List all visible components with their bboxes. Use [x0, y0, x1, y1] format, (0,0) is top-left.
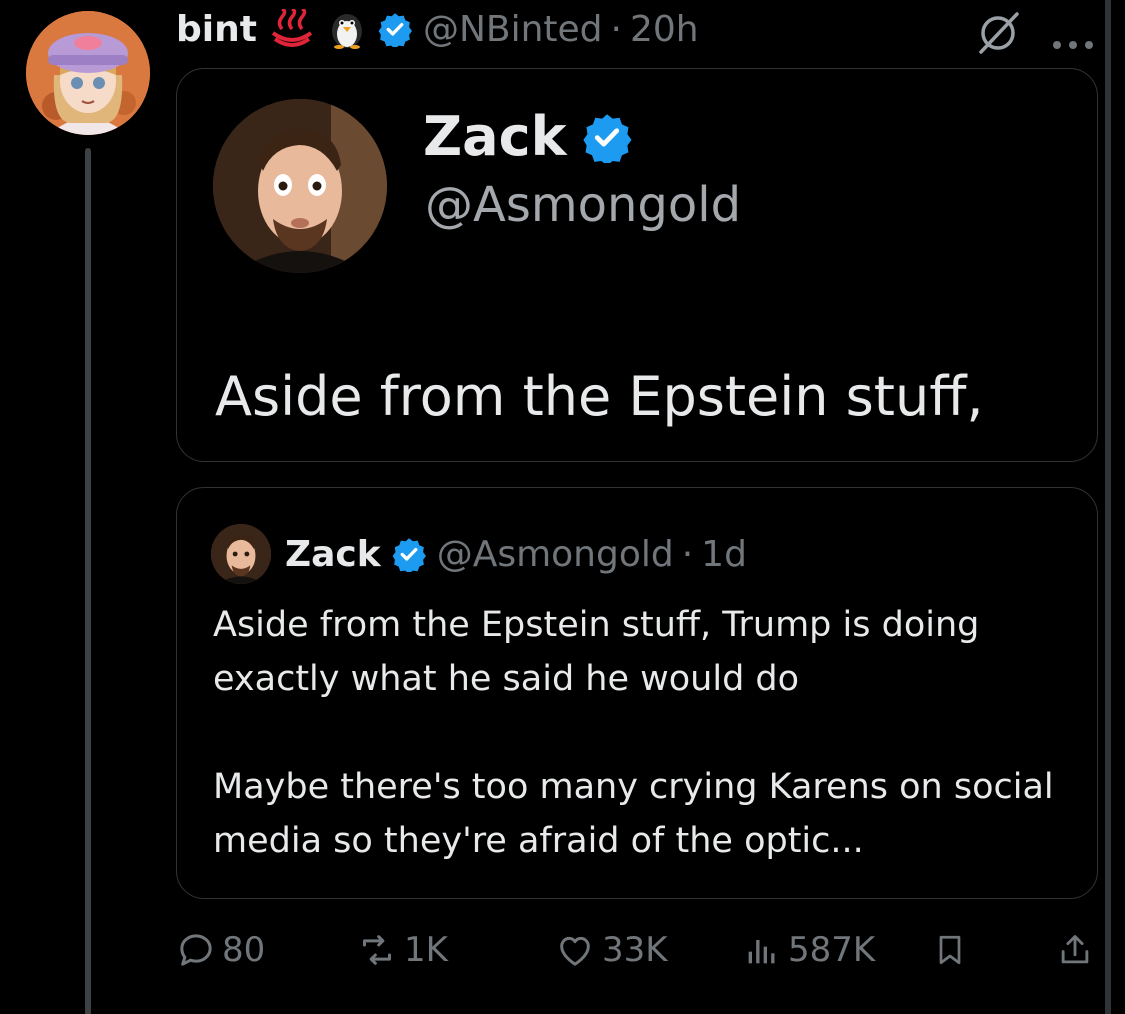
thread-line — [85, 148, 91, 1014]
bookmark-icon — [939, 935, 961, 965]
quoted-tweet-text: Aside from the Epstein stuff, Trump is d… — [213, 598, 1073, 868]
media-card-name: Zack — [423, 105, 633, 168]
tweet-timestamp[interactable]: 20h — [630, 9, 699, 50]
separator-dot: · — [681, 533, 694, 575]
quoted-author-name[interactable]: Zack — [285, 534, 381, 575]
quoted-tweet[interactable]: Zack @Asmongold · 1d Aside from the Epst… — [176, 487, 1098, 899]
action-bar: 80 1K 33K 587K — [176, 922, 1096, 978]
media-card-text: Aside from the Epstein stuff, — [215, 365, 984, 428]
repost-icon — [363, 935, 391, 965]
like-button[interactable]: 33K — [554, 922, 668, 978]
bookmark-button[interactable] — [932, 922, 968, 978]
views-button[interactable]: 587K — [742, 922, 875, 978]
media-card-name-text: Zack — [423, 105, 567, 168]
author-display-name[interactable]: bint — [176, 9, 257, 50]
separator-dot: · — [610, 8, 622, 50]
quoted-tweet-timestamp[interactable]: 1d — [701, 534, 747, 575]
author-avatar[interactable] — [26, 11, 150, 135]
views-icon — [748, 940, 775, 964]
quoted-tweet-header: Zack @Asmongold · 1d — [211, 524, 747, 584]
media-avatar — [213, 99, 387, 273]
like-count: 33K — [602, 930, 668, 970]
repost-count: 1K — [404, 930, 448, 970]
tweet-media-image[interactable]: Zack @Asmongold Aside from the Epstein s… — [176, 68, 1098, 462]
quoted-tweet-paragraph: Maybe there's too many crying Karens on … — [213, 767, 1054, 861]
verified-badge-icon — [377, 11, 413, 47]
quoted-author-handle[interactable]: @Asmongold — [437, 534, 674, 575]
view-count: 587K — [788, 930, 876, 970]
repost-button[interactable]: 1K — [356, 922, 448, 978]
author-handle[interactable]: @NBinted — [423, 9, 603, 50]
tweet-page: bint @NBinted · 20h Zack @Asmongold Asid… — [0, 0, 1125, 1014]
verified-badge-icon — [581, 111, 633, 163]
verified-badge-icon — [391, 536, 427, 572]
media-card-handle: @Asmongold — [425, 177, 742, 233]
share-icon — [1061, 935, 1089, 964]
tweet-header: bint @NBinted · 20h — [176, 4, 1095, 54]
hot-springs-emoji-icon — [269, 9, 315, 49]
like-icon — [560, 936, 590, 966]
quoted-tweet-paragraph: Aside from the Epstein stuff, Trump is d… — [213, 605, 980, 699]
more-options-icon[interactable] — [1051, 20, 1095, 61]
reply-icon — [180, 934, 212, 966]
scrollbar[interactable] — [1105, 0, 1111, 1014]
penguin-emoji-icon — [327, 9, 367, 49]
reply-count: 80 — [222, 930, 266, 970]
quoted-author-avatar[interactable] — [211, 524, 271, 584]
reply-button[interactable]: 80 — [176, 922, 265, 978]
share-button[interactable] — [1056, 922, 1094, 978]
grok-icon[interactable] — [975, 10, 1021, 65]
